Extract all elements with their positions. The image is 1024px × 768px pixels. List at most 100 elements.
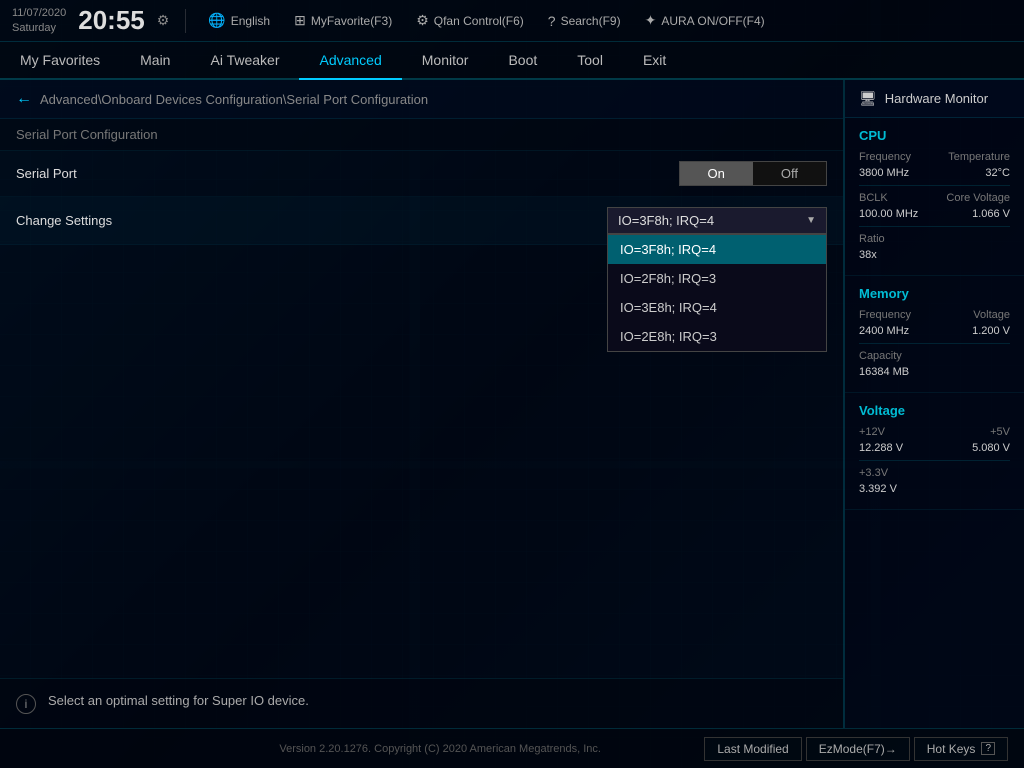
info-text: Select an optimal setting for Super IO d… bbox=[48, 693, 309, 708]
v12-label-row: +12V +5V bbox=[859, 426, 1010, 438]
ratio-value: 38x bbox=[859, 249, 877, 261]
toggle-on-button[interactable]: On bbox=[680, 162, 753, 185]
divider4 bbox=[859, 460, 1010, 461]
nav-monitor[interactable]: Monitor bbox=[402, 42, 489, 80]
divider1 bbox=[859, 185, 1010, 186]
dropdown-arrow-icon: ▼ bbox=[806, 215, 816, 226]
question-mark-icon: ? bbox=[981, 742, 995, 755]
bclk-label: BCLK bbox=[859, 192, 888, 204]
language-tool-2[interactable]: 🌐 English bbox=[202, 10, 276, 31]
nav-tool[interactable]: Tool bbox=[557, 42, 623, 80]
grid-icon: ⊞ bbox=[294, 12, 306, 29]
dropdown-option-2[interactable]: IO=2F8h; IRQ=3 bbox=[608, 264, 826, 293]
nav-advanced[interactable]: Advanced bbox=[299, 42, 401, 80]
toggle-off-button[interactable]: Off bbox=[753, 162, 826, 185]
divider3 bbox=[859, 343, 1010, 344]
settings-gear-icon[interactable]: ⚙ bbox=[157, 12, 170, 29]
last-modified-button[interactable]: Last Modified bbox=[704, 737, 801, 761]
monitor-icon: 🖥 bbox=[859, 90, 877, 107]
voltage-section-title: Voltage bbox=[859, 403, 1010, 418]
nav-boot[interactable]: Boot bbox=[488, 42, 557, 80]
last-modified-label: Last Modified bbox=[717, 742, 788, 756]
nav-exit[interactable]: Exit bbox=[623, 42, 686, 80]
star-icon: ✦ bbox=[645, 12, 657, 29]
hotkeys-label: Hot Keys bbox=[927, 742, 976, 756]
mem-frequency-value-row: 2400 MHz 1.200 V bbox=[859, 325, 1010, 337]
cpu-temperature-label: Temperature bbox=[948, 151, 1010, 163]
dropdown-selected[interactable]: IO=3F8h; IRQ=4 ▼ bbox=[607, 207, 827, 234]
clock-display: 20:55 bbox=[78, 5, 145, 36]
nav-bar: My Favorites Main Ai Tweaker Advanced Mo… bbox=[0, 42, 1024, 80]
memory-section-title: Memory bbox=[859, 286, 1010, 301]
aura-tool-2[interactable]: ✦ AURA ON/OFF(F4) bbox=[639, 10, 771, 31]
change-settings-label: Change Settings bbox=[16, 213, 607, 228]
v12-value-row: 12.288 V 5.080 V bbox=[859, 442, 1010, 454]
bottom-bar: Version 2.20.1276. Copyright (C) 2020 Am… bbox=[0, 728, 1024, 768]
v33-value-row: 3.392 V bbox=[859, 483, 1010, 495]
cpu-frequency-value: 3800 MHz bbox=[859, 167, 909, 179]
mem-frequency-label: Frequency bbox=[859, 309, 911, 321]
v5-value: 5.080 V bbox=[972, 442, 1010, 454]
v5-label: +5V bbox=[990, 426, 1010, 438]
back-button[interactable]: ← bbox=[16, 90, 32, 108]
serial-port-row: Serial Port On Off bbox=[0, 151, 843, 197]
v33-value: 3.392 V bbox=[859, 483, 897, 495]
nav-main[interactable]: Main bbox=[120, 42, 190, 80]
mem-capacity-value-row: 16384 MB bbox=[859, 366, 1010, 378]
mem-capacity-value: 16384 MB bbox=[859, 366, 909, 378]
left-panel: ← Advanced\Onboard Devices Configuration… bbox=[0, 80, 844, 728]
voltage-section: Voltage +12V +5V 12.288 V 5.080 V +3.3V … bbox=[845, 393, 1024, 510]
qfan-tool-2[interactable]: ⚙ Qfan Control(F6) bbox=[410, 10, 530, 31]
dropdown-selected-text: IO=3F8h; IRQ=4 bbox=[618, 213, 798, 228]
cpu-frequency-value-row: 3800 MHz 32°C bbox=[859, 167, 1010, 179]
cpu-frequency-label: Frequency bbox=[859, 151, 911, 163]
nav-my-favorites[interactable]: My Favorites bbox=[0, 42, 120, 80]
change-settings-dropdown[interactable]: IO=3F8h; IRQ=4 ▼ IO=3F8h; IRQ=4 IO=2F8h;… bbox=[607, 207, 827, 234]
bottom-actions: Last Modified EzMode(F7)→ Hot Keys ? bbox=[704, 737, 1008, 761]
question-icon: ? bbox=[548, 13, 556, 29]
fan-icon: ⚙ bbox=[416, 12, 429, 29]
divider2 bbox=[859, 226, 1010, 227]
version-text: Version 2.20.1276. Copyright (C) 2020 Am… bbox=[176, 743, 704, 755]
memory-section: Memory Frequency Voltage 2400 MHz 1.200 … bbox=[845, 276, 1024, 393]
mem-frequency-value: 2400 MHz bbox=[859, 325, 909, 337]
search-tool-2[interactable]: ? Search(F9) bbox=[542, 11, 627, 31]
bclk-value-row: 100.00 MHz 1.066 V bbox=[859, 208, 1010, 220]
ezmode-label: EzMode(F7)→ bbox=[819, 742, 897, 756]
core-voltage-label: Core Voltage bbox=[946, 192, 1010, 204]
ezmode-button[interactable]: EzMode(F7)→ bbox=[806, 737, 910, 761]
time-bar: 11/07/2020 Saturday 20:55 ⚙ 🌐 English ⊞ … bbox=[0, 0, 1024, 42]
bclk-value: 100.00 MHz bbox=[859, 208, 918, 220]
breadcrumb: ← Advanced\Onboard Devices Configuration… bbox=[0, 80, 843, 119]
info-icon: i bbox=[16, 694, 36, 714]
serial-port-label: Serial Port bbox=[16, 166, 679, 181]
ratio-value-row: 38x bbox=[859, 249, 1010, 261]
v12-label: +12V bbox=[859, 426, 885, 438]
v12-value: 12.288 V bbox=[859, 442, 903, 454]
cpu-frequency-row: Frequency Temperature bbox=[859, 151, 1010, 163]
cpu-temperature-value: 32°C bbox=[985, 167, 1010, 179]
mem-frequency-label-row: Frequency Voltage bbox=[859, 309, 1010, 321]
dropdown-list: IO=3F8h; IRQ=4 IO=2F8h; IRQ=3 IO=3E8h; I… bbox=[607, 234, 827, 352]
hw-monitor-title: Hardware Monitor bbox=[885, 91, 988, 106]
nav-ai-tweaker[interactable]: Ai Tweaker bbox=[190, 42, 299, 80]
myfavorite-tool-2[interactable]: ⊞ MyFavorite(F3) bbox=[288, 10, 398, 31]
ratio-label-row: Ratio bbox=[859, 233, 1010, 245]
dropdown-option-1[interactable]: IO=3F8h; IRQ=4 bbox=[608, 235, 826, 264]
breadcrumb-path: Advanced\Onboard Devices Configuration\S… bbox=[40, 92, 428, 107]
dropdown-option-3[interactable]: IO=3E8h; IRQ=4 bbox=[608, 293, 826, 322]
serial-port-toggle[interactable]: On Off bbox=[679, 161, 827, 186]
hw-monitor-header: 🖥 Hardware Monitor bbox=[845, 80, 1024, 118]
dropdown-option-4[interactable]: IO=2E8h; IRQ=3 bbox=[608, 322, 826, 351]
mem-capacity-label-row: Capacity bbox=[859, 350, 1010, 362]
main-content: ← Advanced\Onboard Devices Configuration… bbox=[0, 80, 1024, 728]
mem-voltage-label: Voltage bbox=[973, 309, 1010, 321]
mem-capacity-label: Capacity bbox=[859, 350, 902, 362]
divider bbox=[185, 9, 186, 33]
section-title: Serial Port Configuration bbox=[0, 119, 843, 151]
hardware-monitor-panel: 🖥 Hardware Monitor CPU Frequency Tempera… bbox=[844, 80, 1024, 728]
cpu-section: CPU Frequency Temperature 3800 MHz 32°C … bbox=[845, 118, 1024, 276]
ratio-label: Ratio bbox=[859, 233, 885, 245]
date-display: 11/07/2020 Saturday bbox=[12, 6, 66, 35]
hotkeys-button[interactable]: Hot Keys ? bbox=[914, 737, 1008, 761]
